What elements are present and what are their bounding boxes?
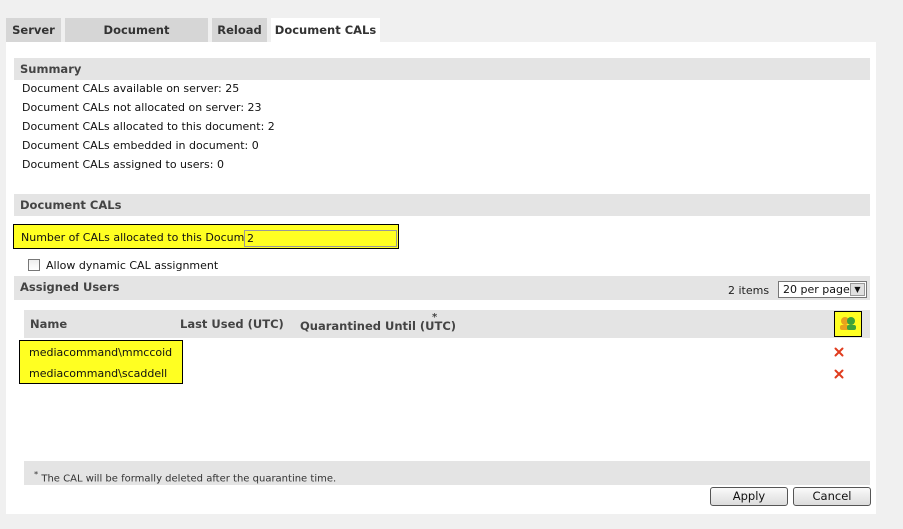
assigned-users-highlight: mediacommand\mmccoid mediacommand\scadde…: [19, 340, 183, 384]
tab-server[interactable]: Server: [6, 18, 61, 42]
dynamic-cal-label: Allow dynamic CAL assignment: [46, 259, 219, 272]
column-last-used[interactable]: Last Used (UTC): [180, 317, 284, 331]
user-row-name[interactable]: mediacommand\mmccoid: [29, 346, 172, 359]
footnote-text: The CAL will be formally deleted after t…: [41, 473, 337, 485]
add-users-button[interactable]: [834, 311, 862, 337]
summary-header: Summary: [14, 58, 870, 80]
item-count: 2 items: [728, 284, 770, 297]
per-page-select[interactable]: 20 per page ▼: [778, 281, 867, 298]
chevron-down-icon[interactable]: ▼: [850, 283, 865, 296]
summary-not-allocated: Document CALs not allocated on server: 2…: [22, 101, 262, 114]
tab-document-information[interactable]: Document Information: [65, 18, 208, 61]
quarantine-footnote: * The CAL will be formally deleted after…: [24, 461, 870, 485]
column-name[interactable]: Name: [30, 317, 67, 331]
summary-assigned: Document CALs assigned to users: 0: [22, 158, 224, 171]
quarantine-footnote-marker: *: [432, 312, 438, 323]
cal-allocation-highlight: Number of CALs allocated to this Documen…: [13, 224, 399, 249]
dynamic-cal-checkbox[interactable]: [28, 259, 40, 271]
delete-icon[interactable]: [834, 347, 844, 357]
cancel-button[interactable]: Cancel: [793, 487, 871, 506]
users-table-header: Name Last Used (UTC) Quarantined Until (…: [24, 310, 870, 338]
user-row-name[interactable]: mediacommand\scaddell: [29, 367, 167, 380]
document-cals-header: Document CALs: [14, 194, 870, 216]
summary-embedded: Document CALs embedded in document: 0: [22, 139, 259, 152]
users-icon: [840, 317, 856, 330]
delete-icon[interactable]: [834, 369, 844, 379]
tab-reload[interactable]: Reload: [212, 18, 267, 42]
per-page-value: 20 per page: [783, 283, 850, 296]
footnote-marker: *: [34, 469, 39, 479]
summary-allocated: Document CALs allocated to this document…: [22, 120, 275, 133]
assigned-users-title: Assigned Users: [20, 280, 120, 294]
cal-allocation-label: Number of CALs allocated to this Documen…: [21, 231, 267, 244]
document-cals-panel: Summary Document CALs available on serve…: [6, 42, 876, 514]
cal-allocation-input[interactable]: 2: [244, 230, 397, 247]
summary-available: Document CALs available on server: 25: [22, 82, 240, 95]
apply-button[interactable]: Apply: [710, 487, 788, 506]
tab-document-cals[interactable]: Document CALs: [271, 18, 380, 44]
